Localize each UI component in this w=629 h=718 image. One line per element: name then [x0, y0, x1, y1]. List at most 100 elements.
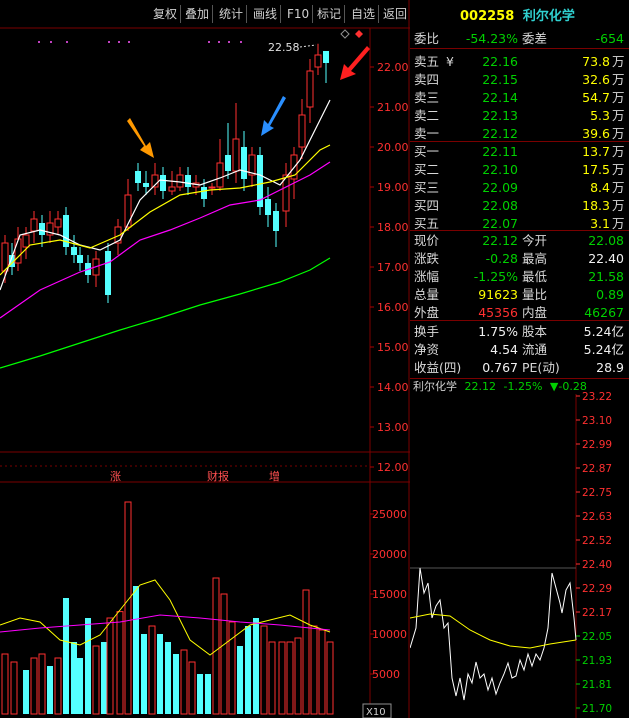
stat-value: 22.40 [588, 251, 624, 266]
volume-bar [237, 646, 243, 714]
candlestick [257, 147, 263, 215]
blue-arrow-icon [261, 96, 286, 136]
order-diff-label: 委差 [522, 31, 548, 46]
volume-bar [23, 670, 29, 714]
mini-price-tick: 21.93 [582, 655, 612, 667]
mini-price-tick: 22.99 [582, 439, 612, 451]
price-tick: 22.00 [377, 61, 409, 74]
order-ratio-value: -54.23% [465, 31, 518, 46]
mini-price-tick: 21.70 [582, 703, 612, 715]
volume-bar [92, 645, 100, 715]
stat-value: -0.28 [485, 251, 518, 266]
candlestick [241, 131, 247, 191]
mini-average-line [410, 613, 577, 649]
candlestick [71, 235, 77, 263]
volume-bar [165, 642, 171, 714]
mini-price-tick: 22.75 [582, 487, 612, 499]
bid-unit: 万 [612, 198, 625, 213]
mini-title: 利尔化学 [413, 379, 457, 393]
volume-tick: 5000 [372, 668, 400, 681]
watchlist-button[interactable]: 自选 [348, 5, 380, 23]
candlestick [290, 147, 298, 199]
bid-price: 22.09 [482, 180, 518, 195]
bid-label: 买三 [414, 180, 440, 195]
f10-button[interactable]: F10 [284, 5, 314, 23]
stat-label: 今开 [522, 233, 548, 248]
candlestick [92, 251, 100, 287]
bid-unit: 万 [612, 144, 625, 159]
event-tag[interactable]: 财报 [207, 469, 229, 483]
candlestick [63, 207, 69, 255]
volume-bar [278, 641, 286, 715]
finance-value: 28.9 [596, 360, 624, 375]
mini-price-tick: 22.63 [582, 511, 612, 523]
finance-label: 换手 [414, 324, 440, 339]
candlestick [30, 211, 38, 243]
bid-volume: 18.3 [582, 198, 610, 213]
volume-bar [141, 634, 147, 714]
stat-label: 总量 [414, 287, 440, 302]
stat-label: 现价 [414, 233, 440, 248]
draw-line-button[interactable]: 画线 [250, 5, 282, 23]
price-tick: 21.00 [377, 101, 409, 114]
event-tag[interactable]: 涨 [110, 470, 121, 483]
stock-code: 002258 [460, 9, 515, 24]
volume-bar [133, 586, 139, 714]
mini-price-tick: 22.05 [582, 631, 612, 643]
quote-panel: 002258 利尔化学 委比 -54.23% 委差 -654 卖五 ¥22.16 7… [410, 0, 629, 380]
stat-value: 91623 [478, 287, 518, 302]
volume-bar [38, 653, 46, 715]
adjust-button[interactable]: 复权 [150, 5, 182, 23]
svg-text:利尔化学 22.12 -1.25%: 利尔化学 22.12 -1.25% ▼-0.28 [413, 379, 587, 393]
intraday-mini-chart[interactable]: 利尔化学 22.12 -1.25% ▼-0.28 23.22 23.10 22.99… [410, 378, 629, 718]
volume-bar [294, 637, 302, 715]
bid-label: 买二 [414, 162, 440, 177]
mini-intraday-lines [410, 567, 577, 701]
ask-price: 22.13 [482, 108, 518, 123]
event-tag[interactable]: 增 [269, 469, 280, 483]
mini-price-tick: 22.17 [582, 607, 612, 619]
mark-button[interactable]: 标记 [314, 5, 346, 23]
ask-unit: 万 [612, 54, 625, 69]
back-button[interactable]: 返回 [380, 5, 410, 23]
ask-unit: 万 [612, 108, 625, 123]
mini-price-axis: 23.22 23.10 22.99 22.87 22.75 22.63 22.52 22.40… [576, 391, 612, 715]
bid-label: 买一 [414, 144, 440, 159]
volume-bar [260, 625, 268, 715]
volume-bar [220, 593, 228, 715]
candlestick [135, 163, 141, 191]
volume-bar [47, 666, 53, 714]
order-ratio-row: 委比 [414, 31, 440, 46]
volume-bar [180, 649, 188, 715]
ask-volume: 32.6 [582, 72, 610, 87]
ask-label: 卖二 [414, 108, 440, 123]
red-arrow-icon [340, 46, 370, 80]
candlestick [273, 203, 279, 247]
bid-price: 22.10 [482, 162, 518, 177]
bid-volume: 17.5 [582, 162, 610, 177]
statistics-button[interactable]: 统计 [216, 5, 248, 23]
chart-toolbar: 复权 叠加 统计 画线 F10 标记 自选 返回 [0, 0, 410, 28]
kline-chart[interactable]: 22.00 21.00 20.00 19.00 18.00 17.00 16.00 15.00… [0, 0, 410, 718]
mini-price-tick: 22.40 [582, 559, 612, 571]
volume-bar [116, 611, 124, 715]
volume-bar [124, 501, 132, 715]
order-diff-value: -654 [595, 31, 624, 46]
volume-tick: 25000 [372, 508, 407, 521]
ask-volume: 73.8 [582, 54, 610, 69]
candlestick [168, 171, 176, 195]
price-tick: 14.00 [377, 381, 409, 394]
ask-price: 22.14 [482, 90, 518, 105]
volume-bar [71, 642, 77, 714]
volume-tick: 10000 [372, 628, 407, 641]
ask-price: 22.16 [482, 54, 518, 69]
overlay-button[interactable]: 叠加 [182, 5, 214, 23]
candlestick [176, 167, 184, 191]
candlestick [9, 243, 15, 275]
stat-label: 涨跌 [414, 251, 440, 266]
mini-price-tick: 21.81 [582, 679, 612, 691]
finance-label: 收益(四) [414, 360, 462, 375]
candlestick [22, 227, 30, 259]
price-axis: 22.00 21.00 20.00 19.00 18.00 17.00 16.00 15.00… [370, 61, 409, 474]
volume-bar [188, 661, 196, 715]
